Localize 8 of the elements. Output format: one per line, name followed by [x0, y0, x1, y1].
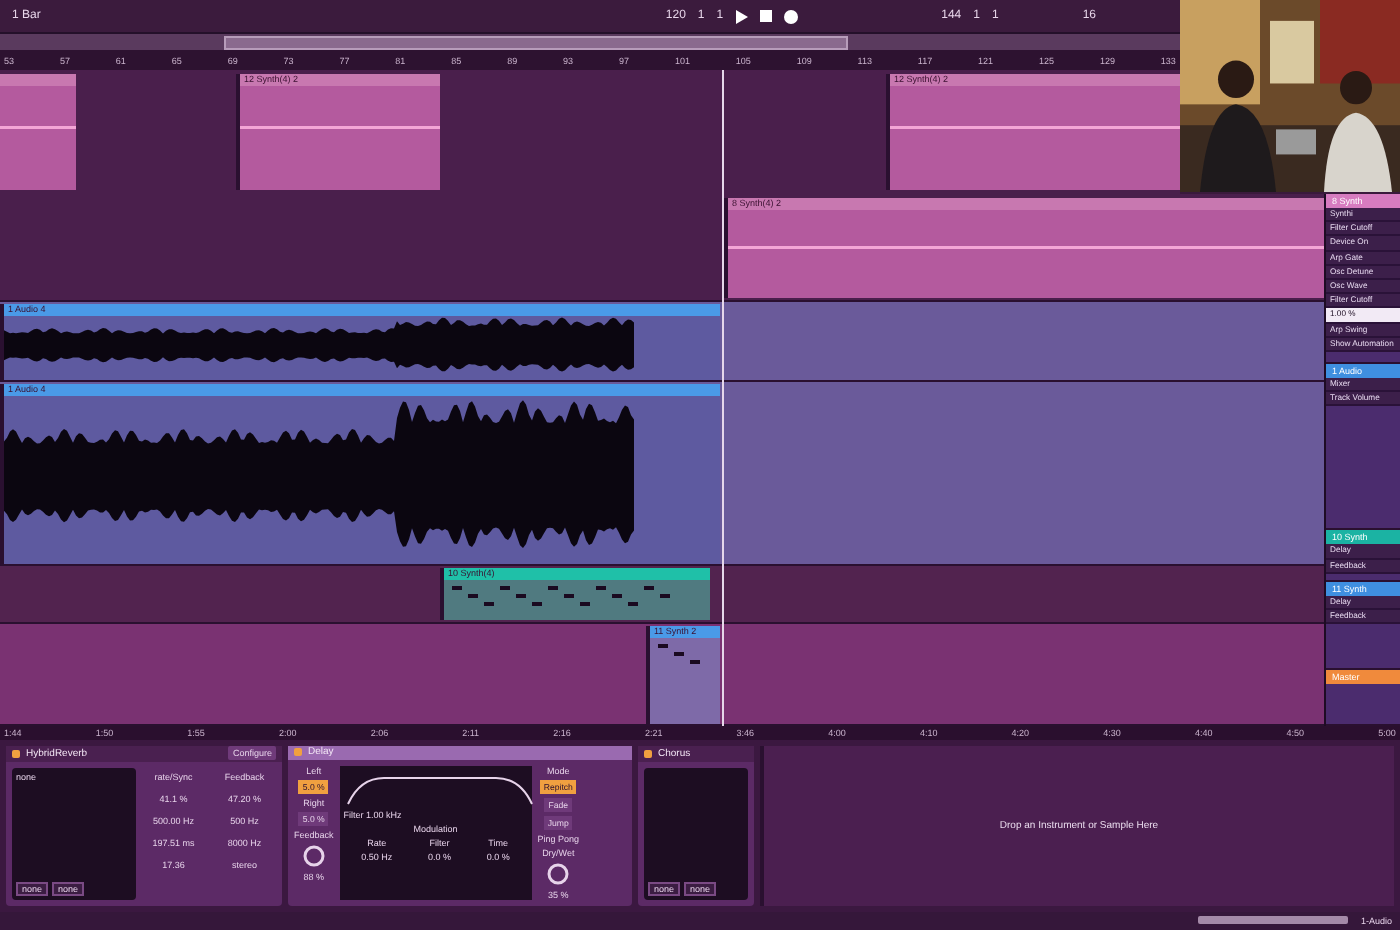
dry-wet-knob[interactable]: [546, 861, 571, 886]
overview-window[interactable]: [224, 35, 848, 49]
stop-icon[interactable]: [759, 10, 772, 22]
automation-line: [0, 124, 76, 133]
feedback-knob[interactable]: [301, 843, 326, 868]
record-icon[interactable]: [783, 9, 798, 23]
play-icon[interactable]: [735, 9, 748, 23]
clip[interactable]: [0, 74, 76, 190]
